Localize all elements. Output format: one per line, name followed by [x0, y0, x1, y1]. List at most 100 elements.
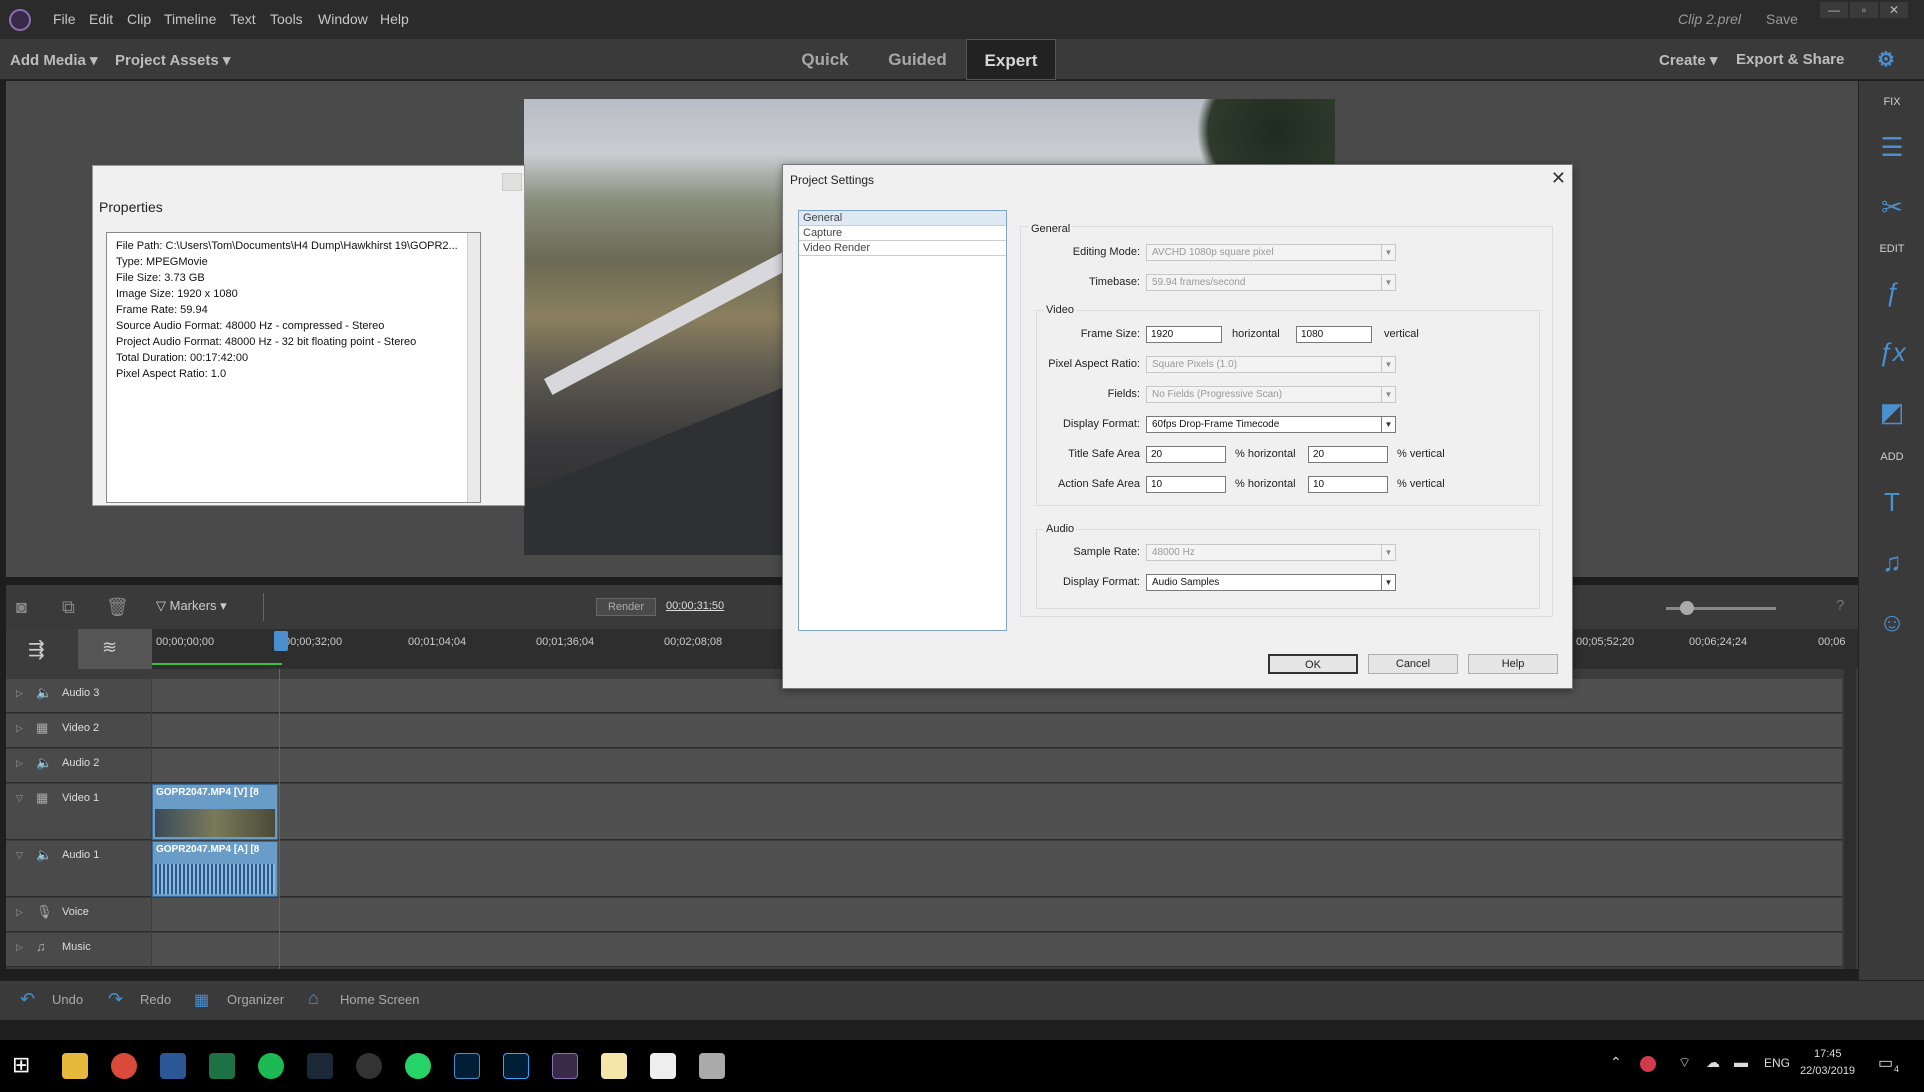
- film-icon[interactable]: ▦: [36, 790, 48, 806]
- add-media-button[interactable]: Add Media ▾: [10, 51, 98, 69]
- track-body-music[interactable]: [152, 933, 1842, 967]
- expand-triangle-icon[interactable]: ▷: [16, 907, 23, 918]
- organizer-button[interactable]: Organizer: [227, 992, 284, 1007]
- media-player-icon[interactable]: [356, 1053, 382, 1079]
- language-indicator[interactable]: ENG: [1764, 1056, 1790, 1070]
- mode-expert[interactable]: Expert: [966, 39, 1056, 80]
- menu-clip[interactable]: Clip: [127, 11, 151, 27]
- frame-width-input[interactable]: 1920: [1146, 326, 1222, 343]
- audio-clip[interactable]: GOPR2047.MP4 [A] [8: [152, 841, 278, 897]
- current-time-display[interactable]: 00;00;31;50: [666, 600, 724, 612]
- app-window-icon[interactable]: [699, 1053, 725, 1079]
- menu-text[interactable]: Text: [230, 11, 256, 27]
- speaker-icon[interactable]: 🔈: [36, 755, 52, 771]
- properties-scrollbar[interactable]: [467, 233, 480, 502]
- title-safe-h-input[interactable]: 20: [1146, 446, 1226, 463]
- track-body-video1[interactable]: GOPR2047.MP4 [V] [8: [152, 784, 1842, 840]
- par-select[interactable]: Square Pixels (1.0) ▼: [1146, 356, 1396, 373]
- menu-edit[interactable]: Edit: [89, 11, 113, 27]
- zoom-slider-handle[interactable]: [1680, 601, 1694, 615]
- network-icon[interactable]: ⌔: [1678, 1054, 1691, 1072]
- copy-clip-icon[interactable]: ⧉: [62, 597, 75, 618]
- nav-item-general[interactable]: General: [799, 211, 1006, 226]
- home-icon[interactable]: ⌂: [308, 988, 319, 1009]
- film-icon[interactable]: ▦: [36, 720, 48, 736]
- sticky-notes-icon[interactable]: [601, 1053, 627, 1079]
- menu-timeline[interactable]: Timeline: [164, 11, 216, 27]
- redo-button[interactable]: Redo: [140, 992, 171, 1007]
- mode-quick[interactable]: Quick: [790, 39, 860, 80]
- video-clip[interactable]: GOPR2047.MP4 [V] [8: [152, 784, 278, 840]
- mode-guided[interactable]: Guided: [880, 39, 955, 80]
- clock-date[interactable]: 22/03/2019: [1800, 1065, 1855, 1077]
- close-window-button[interactable]: ✕: [1880, 2, 1908, 18]
- project-assets-button[interactable]: Project Assets ▾: [115, 51, 230, 69]
- graphics-smiley-icon[interactable]: ☺: [1876, 606, 1908, 638]
- titles-text-icon[interactable]: T: [1876, 486, 1908, 518]
- export-share-button[interactable]: Export & Share: [1736, 51, 1844, 68]
- menu-tools[interactable]: Tools: [270, 11, 303, 27]
- editing-mode-select[interactable]: AVCHD 1080p square pixel ▼: [1146, 244, 1396, 261]
- cancel-button[interactable]: Cancel: [1368, 654, 1458, 674]
- fields-select[interactable]: No Fields (Progressive Scan) ▼: [1146, 386, 1396, 403]
- whatsapp-icon[interactable]: [405, 1053, 431, 1079]
- create-button[interactable]: Create ▾: [1659, 51, 1717, 69]
- markers-button[interactable]: ▽ Markers ▾: [156, 598, 227, 614]
- undo-icon[interactable]: ↶: [20, 989, 35, 1010]
- word-icon[interactable]: [160, 1053, 186, 1079]
- windows-start-icon[interactable]: ⊞: [12, 1052, 30, 1078]
- audio-display-format-select[interactable]: Audio Samples ▼: [1146, 574, 1396, 591]
- clock-time[interactable]: 17:45: [1814, 1048, 1842, 1060]
- file-explorer-icon[interactable]: [62, 1053, 88, 1079]
- help-icon[interactable]: ?: [1836, 597, 1844, 614]
- track-body-voice[interactable]: [152, 898, 1842, 932]
- home-screen-button[interactable]: Home Screen: [340, 992, 419, 1007]
- save-button[interactable]: Save: [1766, 11, 1798, 27]
- chrome-icon[interactable]: [111, 1053, 137, 1079]
- track-height-icon[interactable]: ⇶: [28, 637, 45, 662]
- collapse-triangle-icon[interactable]: ▽: [16, 793, 23, 804]
- action-safe-v-input[interactable]: 10: [1308, 476, 1388, 493]
- title-safe-v-input[interactable]: 20: [1308, 446, 1388, 463]
- track-body-audio1[interactable]: GOPR2047.MP4 [A] [8: [152, 841, 1842, 897]
- document-icon[interactable]: [650, 1053, 676, 1079]
- effects-fx-icon[interactable]: ƒx: [1876, 336, 1908, 368]
- excel-icon[interactable]: [209, 1053, 235, 1079]
- steam-icon[interactable]: [307, 1053, 333, 1079]
- track-body-audio2[interactable]: [152, 749, 1842, 783]
- expand-triangle-icon[interactable]: ▷: [16, 688, 23, 699]
- music-note-icon[interactable]: ♫: [1876, 546, 1908, 578]
- playhead-handle[interactable]: [274, 631, 288, 651]
- ok-button[interactable]: OK: [1268, 654, 1358, 674]
- camera-icon[interactable]: ◙: [16, 597, 27, 618]
- transitions-icon[interactable]: ◩: [1876, 396, 1908, 428]
- speaker-icon[interactable]: 🔈: [36, 847, 52, 863]
- timebase-select[interactable]: 59.94 frames/second ▼: [1146, 274, 1396, 291]
- collapse-triangle-icon[interactable]: ▽: [16, 850, 23, 861]
- tools-icon[interactable]: ✂: [1876, 191, 1908, 223]
- undo-button[interactable]: Undo: [52, 992, 83, 1007]
- tray-app-icon[interactable]: [1640, 1056, 1656, 1072]
- premiere-elements-icon[interactable]: [552, 1053, 578, 1079]
- tray-chevron-icon[interactable]: ⌃: [1610, 1054, 1622, 1071]
- menu-file[interactable]: File: [53, 11, 76, 27]
- track-body-video2[interactable]: [152, 714, 1842, 748]
- applied-effects-icon[interactable]: ƒ: [1876, 276, 1908, 308]
- photoshop-icon[interactable]: [503, 1053, 529, 1079]
- storage-icon[interactable]: ▬: [1734, 1054, 1748, 1070]
- help-button[interactable]: Help: [1468, 654, 1558, 674]
- sample-rate-select[interactable]: 48000 Hz ▼: [1146, 544, 1396, 561]
- properties-close-button[interactable]: [502, 173, 522, 191]
- adjust-sliders-icon[interactable]: ☰: [1876, 131, 1908, 163]
- menu-help[interactable]: Help: [380, 11, 409, 27]
- spotify-icon[interactable]: [258, 1053, 284, 1079]
- organizer-icon[interactable]: ▦: [194, 990, 209, 1010]
- settings-gear-icon[interactable]: ⚙: [1877, 47, 1895, 72]
- menu-window[interactable]: Window: [318, 11, 368, 27]
- expand-triangle-icon[interactable]: ▷: [16, 758, 23, 769]
- onedrive-icon[interactable]: ☁: [1706, 1054, 1720, 1071]
- display-format-select[interactable]: 60fps Drop-Frame Timecode ▼: [1146, 416, 1396, 433]
- audio-waveform-toggle[interactable]: ≋: [78, 629, 152, 669]
- vertical-scrollbar[interactable]: [1844, 669, 1856, 969]
- nav-item-capture[interactable]: Capture: [799, 226, 1006, 241]
